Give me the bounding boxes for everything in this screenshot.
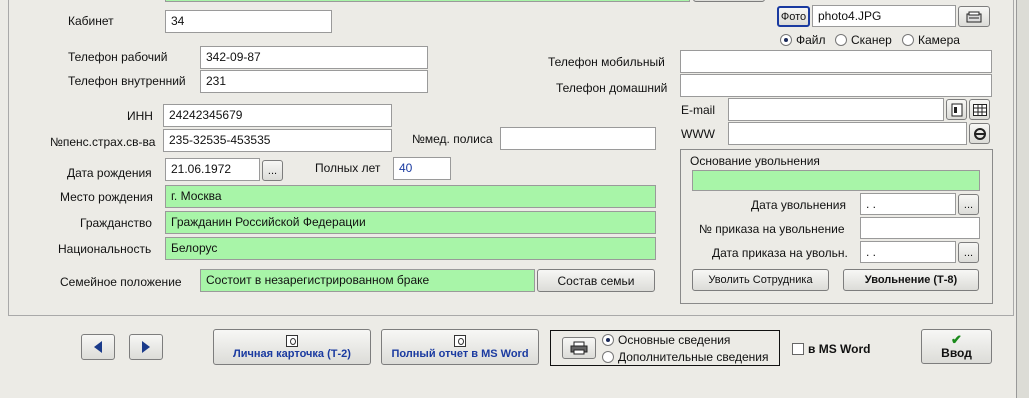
photo-source-camera[interactable]: Камера <box>902 33 960 47</box>
inn-input[interactable]: 24242345679 <box>163 104 392 127</box>
pension-label: №пенс.страх.св-ва <box>50 135 156 149</box>
nationality-input[interactable]: Белорус <box>165 237 656 260</box>
email-send-button[interactable] <box>946 99 967 120</box>
personal-card-button[interactable]: Личная карточка (Т-2) <box>213 329 371 365</box>
med-policy-input[interactable] <box>500 127 656 150</box>
top-green-field[interactable] <box>165 0 690 2</box>
enter-label: Ввод <box>941 345 972 360</box>
dismissal-date-label: Дата увольнения <box>751 198 846 212</box>
full-report-label: Полный отчет в MS Word <box>391 347 529 360</box>
radio-button[interactable] <box>780 34 792 46</box>
mobile-phone-input[interactable] <box>680 50 992 73</box>
dismissal-reason-input[interactable] <box>692 170 980 191</box>
arrow-right-icon <box>142 341 150 353</box>
address-book-button[interactable] <box>969 99 990 120</box>
radio-button[interactable] <box>835 34 847 46</box>
www-input[interactable] <box>728 122 967 145</box>
order-date-input[interactable]: . . <box>860 241 956 263</box>
full-report-button[interactable]: Полный отчет в MS Word <box>381 329 539 365</box>
birth-date-label: Дата рождения <box>67 166 152 180</box>
next-record-button[interactable] <box>129 334 163 360</box>
order-date-label: Дата приказа на увольн. <box>712 246 848 260</box>
med-policy-label: №мед. полиса <box>412 132 493 146</box>
marital-input[interactable]: Состоит в незарегистрированном браке <box>200 269 535 292</box>
internal-phone-input[interactable]: 231 <box>200 70 428 93</box>
ms-word-label: в MS Word <box>808 342 871 356</box>
photo-button[interactable]: Фото <box>777 6 810 27</box>
order-date-picker-button[interactable]: ... <box>958 242 979 263</box>
word-document-icon <box>286 334 298 347</box>
open-web-button[interactable] <box>969 123 990 144</box>
radio-button[interactable] <box>902 34 914 46</box>
dismissal-date-picker-button[interactable]: ... <box>958 194 979 215</box>
birth-date-input[interactable]: 21.06.1972 <box>165 158 260 181</box>
scanner-icon <box>966 11 982 22</box>
dismissal-title: Основание увольнения <box>690 154 820 168</box>
photo-source-label: Сканер <box>851 33 892 47</box>
photo-browse-button[interactable] <box>958 6 990 27</box>
radio-button[interactable] <box>602 334 614 346</box>
www-label: WWW <box>681 127 715 141</box>
pension-input[interactable]: 235-32535-453535 <box>163 129 392 152</box>
print-option-label: Дополнительные сведения <box>618 350 769 364</box>
marital-label: Семейное положение <box>60 275 182 289</box>
internet-explorer-icon <box>973 127 986 140</box>
radio-button[interactable] <box>602 351 614 363</box>
order-no-label: № приказа на увольнение <box>699 222 845 236</box>
mobile-phone-label: Телефон мобильный <box>548 55 665 69</box>
word-document-icon <box>454 334 466 347</box>
work-phone-input[interactable]: 342-09-87 <box>200 46 428 69</box>
photo-source-label: Файл <box>796 33 826 47</box>
full-years-input[interactable]: 40 <box>393 157 451 180</box>
full-years-label: Полных лет <box>315 161 381 175</box>
birth-date-picker-button[interactable]: ... <box>262 160 283 181</box>
inn-label: ИНН <box>127 109 153 123</box>
photo-source-scanner[interactable]: Сканер <box>835 33 892 47</box>
photo-filename-input[interactable]: photo4.JPG <box>812 5 956 27</box>
print-button[interactable] <box>562 337 596 359</box>
checkbox[interactable] <box>792 343 804 355</box>
top-button[interactable] <box>693 0 765 2</box>
email-label: E-mail <box>681 103 716 117</box>
cabinet-label: Кабинет <box>68 14 114 28</box>
birth-place-input[interactable]: г. Москва <box>165 185 656 208</box>
ms-word-checkbox[interactable]: в MS Word <box>792 342 870 356</box>
email-input[interactable] <box>728 98 944 121</box>
checkmark-icon: ✔ <box>951 331 962 347</box>
arrow-left-icon <box>94 341 102 353</box>
print-option-label: Основные сведения <box>618 333 731 347</box>
document-icon <box>951 103 962 116</box>
printer-icon <box>570 341 588 355</box>
home-phone-input[interactable] <box>680 74 992 97</box>
personal-card-label: Личная карточка (Т-2) <box>233 347 351 360</box>
citizenship-label: Гражданство <box>80 216 152 230</box>
nationality-label: Национальность <box>58 242 152 256</box>
cabinet-input[interactable]: 34 <box>165 10 332 33</box>
family-composition-button[interactable]: Состав семьи <box>537 269 655 292</box>
enter-button[interactable]: ✔ Ввод <box>921 329 992 364</box>
citizenship-input[interactable]: Гражданин Российской Федерации <box>165 211 656 234</box>
birth-place-label: Место рождения <box>60 190 153 204</box>
table-icon <box>972 103 987 116</box>
dismissal-date-input[interactable]: . . <box>860 193 956 215</box>
order-no-input[interactable] <box>860 217 980 239</box>
photo-source-label: Камера <box>918 33 960 47</box>
window-right-edge <box>1016 0 1029 398</box>
photo-source-file[interactable]: Файл <box>780 33 826 47</box>
home-phone-label: Телефон домашний <box>556 81 668 95</box>
print-option-main[interactable]: Основные сведения <box>602 333 730 347</box>
internal-phone-label: Телефон внутренний <box>68 74 186 88</box>
prev-record-button[interactable] <box>81 334 115 360</box>
work-phone-label: Телефон рабочий <box>68 50 168 64</box>
dismissal-t8-button[interactable]: Увольнение (Т-8) <box>843 269 979 291</box>
dismiss-employee-button[interactable]: Уволить Сотрудника <box>692 269 829 291</box>
print-option-additional[interactable]: Дополнительные сведения <box>602 350 768 364</box>
